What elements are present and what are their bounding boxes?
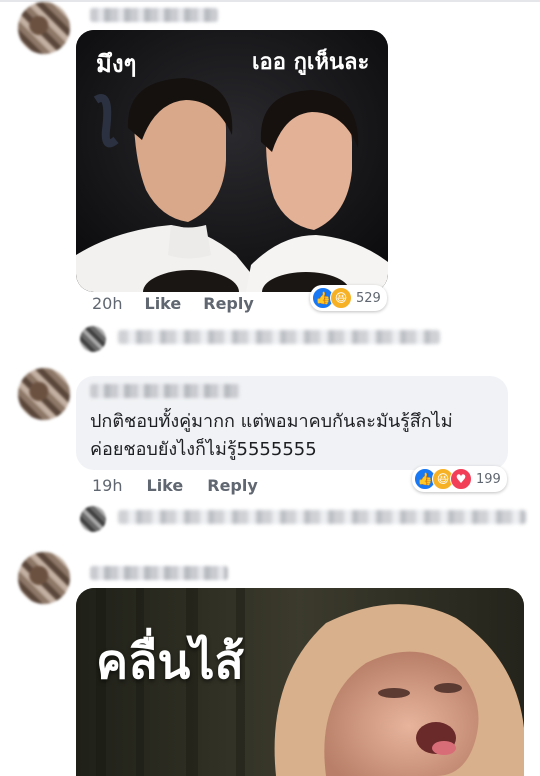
- reaction-summary[interactable]: 👍 😆 529: [310, 285, 387, 311]
- timestamp[interactable]: 20h: [92, 294, 123, 313]
- commenter-name[interactable]: [90, 566, 228, 580]
- meme-caption-left: มึงๆ: [96, 50, 137, 78]
- haha-icon: 😆: [330, 287, 352, 309]
- timestamp[interactable]: 19h: [92, 476, 123, 495]
- comment-text-line: ค่อยชอบยังไงก็ไม่รู้5555555: [90, 439, 317, 460]
- avatar[interactable]: [80, 506, 106, 532]
- comment-text: ปกติชอบทั้งคู่มากก แต่พอมาคบกันละมันรู้ส…: [90, 408, 502, 464]
- comment-meta: 20h Like Reply: [92, 294, 254, 313]
- avatar[interactable]: [80, 326, 106, 352]
- like-link[interactable]: Like: [147, 476, 184, 495]
- like-link[interactable]: Like: [145, 294, 182, 313]
- meme-image[interactable]: มึงๆ เออ กูเห็นละ: [76, 30, 388, 292]
- reply-preview[interactable]: [118, 510, 526, 524]
- meme-caption: คลื่นไส้: [96, 634, 244, 690]
- comment-meta: 19h Like Reply: [92, 476, 258, 495]
- avatar[interactable]: [18, 2, 70, 54]
- reaction-count: 529: [356, 290, 381, 306]
- reply-preview[interactable]: [118, 330, 440, 344]
- meme-image[interactable]: คลื่นไส้: [76, 588, 524, 776]
- avatar[interactable]: [18, 552, 70, 604]
- reaction-count: 199: [476, 471, 501, 487]
- reply-link[interactable]: Reply: [203, 294, 254, 313]
- commenter-name[interactable]: [90, 8, 218, 22]
- reaction-summary[interactable]: 👍 😆 ♥ 199: [412, 466, 507, 492]
- top-divider: [0, 0, 540, 2]
- commenter-name[interactable]: [90, 384, 240, 398]
- meme-caption-right: เออ กูเห็นละ: [252, 50, 370, 75]
- love-icon: ♥: [450, 468, 472, 490]
- comment-text-line: ปกติชอบทั้งคู่มากก แต่พอมาคบกันละมันรู้ส…: [90, 411, 453, 432]
- reply-link[interactable]: Reply: [207, 476, 258, 495]
- avatar[interactable]: [18, 368, 70, 420]
